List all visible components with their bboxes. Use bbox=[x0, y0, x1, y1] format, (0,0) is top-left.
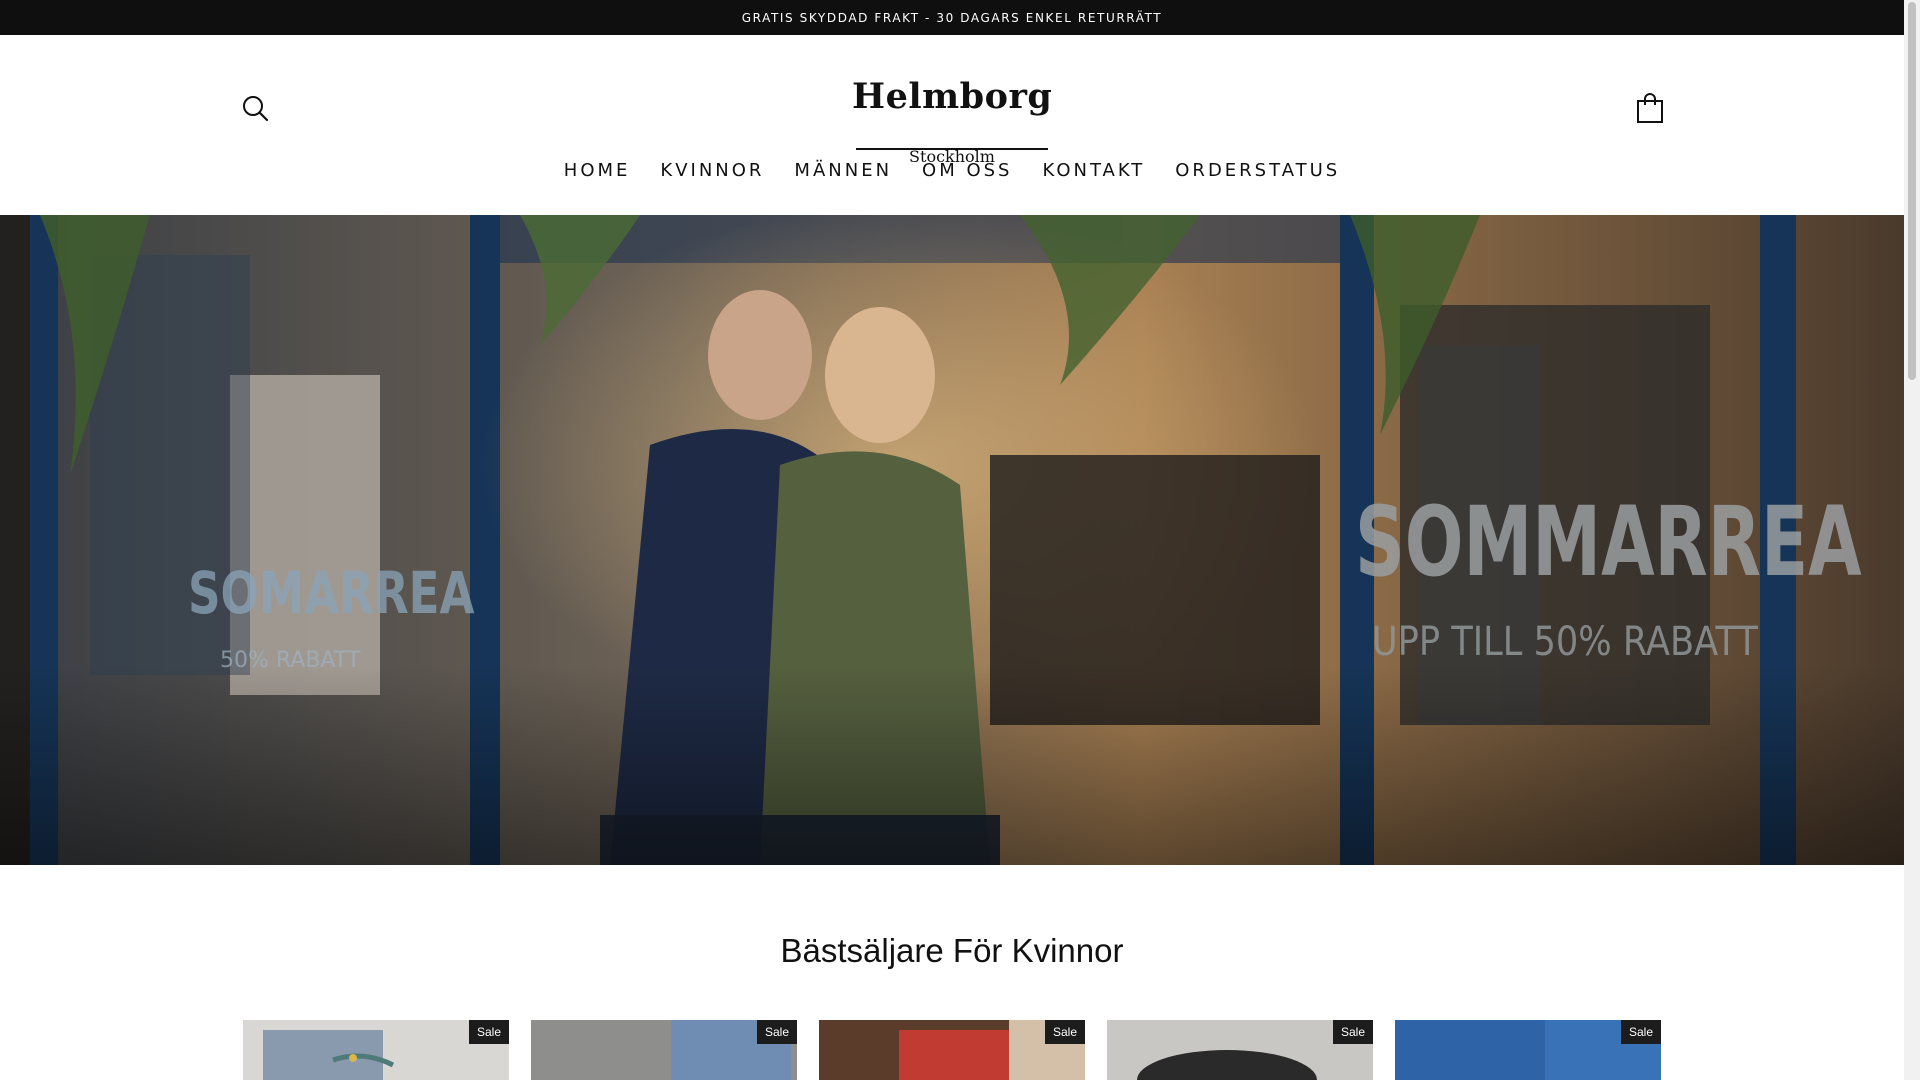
sale-badge: Sale bbox=[1044, 1020, 1085, 1044]
nav-item-kontakt[interactable]: KONTAKT bbox=[1028, 160, 1161, 181]
hero-sign-right-sub: UPP TILL 50% RABATT bbox=[1372, 618, 1759, 665]
main-nav: HOME KVINNOR MÄNNEN OM OSS KONTAKT ORDER… bbox=[0, 160, 1904, 181]
site-header: Helmborg Stockholm HOME KVINNOR MÄNNEN O… bbox=[0, 35, 1904, 216]
sale-badge: Sale bbox=[756, 1020, 797, 1044]
sale-badge: Sale bbox=[1332, 1020, 1373, 1044]
sale-badge: Sale bbox=[1620, 1020, 1661, 1044]
page: GRATIS SKYDDAD FRAKT - 30 DAGARS ENKEL R… bbox=[0, 0, 1904, 1080]
product-grid: Sale Sale Sale Sale Sale bbox=[243, 1020, 1663, 1080]
product-card[interactable]: Sale bbox=[1107, 1020, 1373, 1080]
hero-banner[interactable]: SOMARREA 50% RABATT SOMMARREA UPP TILL 5… bbox=[0, 215, 1904, 865]
product-card[interactable]: Sale bbox=[1395, 1020, 1661, 1080]
hero-sign-right-title: SOMMARREA bbox=[1355, 485, 1862, 597]
announcement-text: GRATIS SKYDDAD FRAKT - 30 DAGARS ENKEL R… bbox=[741, 10, 1163, 25]
cart-button[interactable] bbox=[1634, 92, 1666, 126]
logo-title: Helmborg bbox=[852, 76, 1053, 117]
product-card[interactable]: Sale bbox=[243, 1020, 509, 1080]
nav-item-home[interactable]: HOME bbox=[549, 160, 646, 181]
nav-item-kvinnor[interactable]: KVINNOR bbox=[645, 160, 779, 181]
page-scrollbar[interactable] bbox=[1904, 0, 1920, 1080]
announcement-bar: GRATIS SKYDDAD FRAKT - 30 DAGARS ENKEL R… bbox=[0, 0, 1904, 35]
nav-item-om-oss[interactable]: OM OSS bbox=[907, 160, 1027, 181]
product-card[interactable]: Sale bbox=[531, 1020, 797, 1080]
hero-sign-left-title: SOMARREA bbox=[188, 561, 475, 628]
hero-sign-left-sub: 50% RABATT bbox=[220, 648, 361, 673]
sale-badge: Sale bbox=[468, 1020, 509, 1044]
nav-item-orderstatus[interactable]: ORDERSTATUS bbox=[1160, 160, 1355, 181]
logo[interactable]: Helmborg Stockholm bbox=[852, 72, 1052, 168]
product-card[interactable]: Sale bbox=[819, 1020, 1085, 1080]
nav-item-mannen[interactable]: MÄNNEN bbox=[779, 160, 907, 181]
section-title: Bästsäljare För Kvinnor bbox=[780, 932, 1124, 969]
search-button[interactable] bbox=[240, 93, 272, 125]
hero-image: SOMARREA 50% RABATT SOMMARREA UPP TILL 5… bbox=[0, 215, 1904, 865]
shopping-bag-icon bbox=[1637, 93, 1663, 123]
search-icon bbox=[243, 96, 269, 122]
scrollbar-thumb[interactable] bbox=[1908, 2, 1916, 380]
